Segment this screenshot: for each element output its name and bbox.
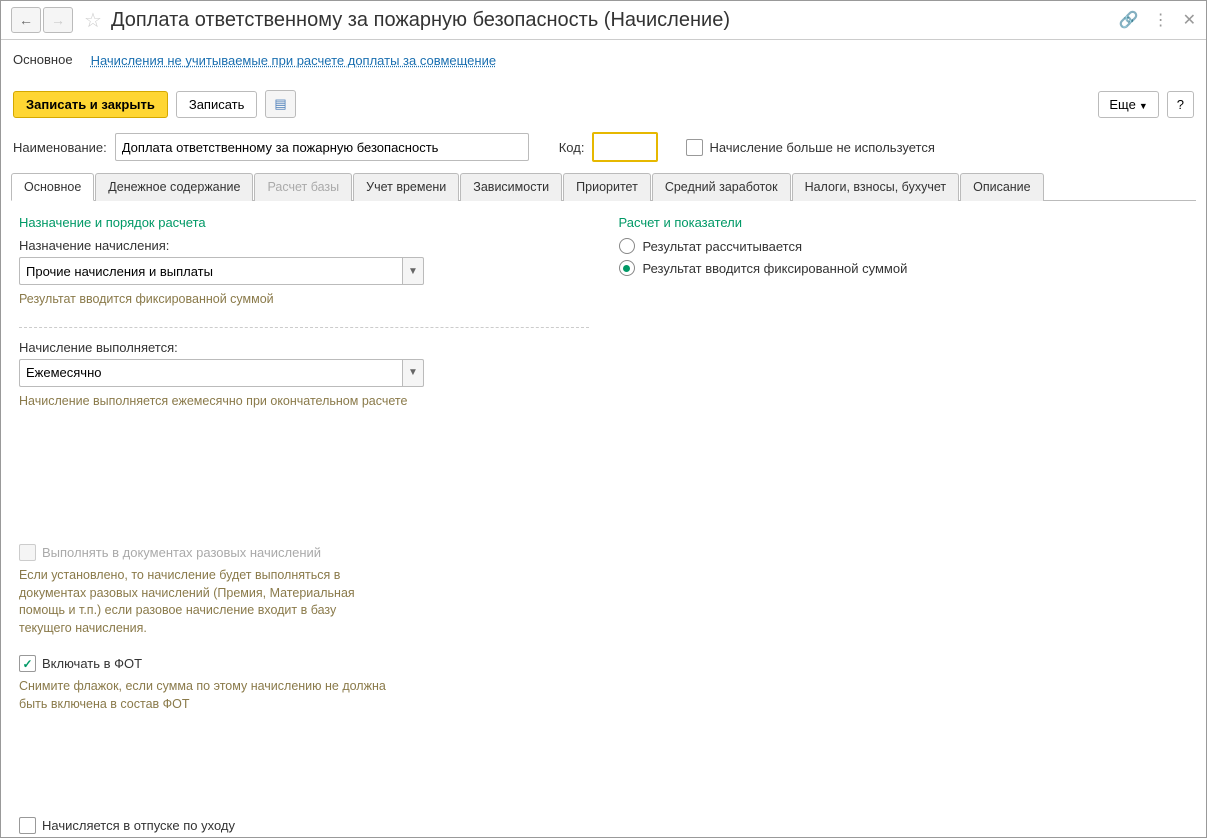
tab-average[interactable]: Средний заработок — [652, 173, 791, 201]
radio-calculated-label: Результат рассчитывается — [643, 239, 803, 254]
link-icon[interactable]: 🔗 — [1119, 10, 1139, 30]
nav-forward-button[interactable]: → — [43, 7, 73, 33]
save-button[interactable]: Записать — [176, 91, 258, 118]
leave-checkbox-row: Начисляется в отпуске по уходу — [19, 817, 589, 834]
leave-checkbox-label: Начисляется в отпуске по уходу — [42, 818, 235, 833]
subnav-link[interactable]: Начисления не учитываемые при расчете до… — [91, 53, 497, 68]
window: ← → ☆ Доплата ответственному за пожарную… — [0, 0, 1207, 838]
title-right-controls: 🔗 ⋮ ✕ — [1119, 10, 1196, 30]
radio-fixed[interactable] — [619, 260, 635, 276]
name-label: Наименование: — [13, 140, 107, 155]
code-label: Код: — [559, 140, 585, 155]
exec-label: Начисление выполняется: — [19, 340, 589, 355]
radio-calculated-row: Результат рассчитывается — [619, 238, 1189, 254]
tab-base[interactable]: Расчет базы — [254, 173, 352, 201]
nav-back-button[interactable]: ← — [11, 7, 41, 33]
not-used-checkbox-row: Начисление больше не используется — [686, 139, 934, 156]
purpose-select: ▼ — [19, 257, 424, 285]
tab-priority[interactable]: Приоритет — [563, 173, 651, 201]
titlebar: ← → ☆ Доплата ответственному за пожарную… — [1, 1, 1206, 40]
fot-checkbox-row: ✓ Включать в ФОТ — [19, 655, 589, 672]
exec-note: Начисление выполняется ежемесячно при ок… — [19, 393, 589, 411]
purpose-select-input[interactable] — [19, 257, 402, 285]
section-purpose-title: Назначение и порядок расчета — [19, 215, 589, 230]
radio-fixed-label: Результат вводится фиксированной суммой — [643, 261, 908, 276]
subnav: Основное Начисления не учитываемые при р… — [1, 40, 1206, 82]
toolbar: Записать и закрыть Записать ▤ Еще ▼ ? — [1, 82, 1206, 126]
help-button[interactable]: ? — [1167, 91, 1194, 118]
left-column: Назначение и порядок расчета Назначение … — [19, 211, 589, 811]
right-column: Расчет и показатели Результат рассчитыва… — [619, 211, 1189, 811]
purpose-note: Результат вводится фиксированной суммой — [19, 291, 589, 309]
onetime-checkbox-row: Выполнять в документах разовых начислени… — [19, 544, 589, 561]
tab-description[interactable]: Описание — [960, 173, 1044, 201]
more-button[interactable]: Еще ▼ — [1098, 91, 1158, 118]
not-used-label: Начисление больше не используется — [709, 140, 934, 155]
not-used-checkbox[interactable] — [686, 139, 703, 156]
onetime-checkbox — [19, 544, 36, 561]
document-icon: ▤ — [274, 96, 286, 111]
tab-deps[interactable]: Зависимости — [460, 173, 562, 201]
exec-select-dropdown[interactable]: ▼ — [402, 359, 424, 387]
tab-time[interactable]: Учет времени — [353, 173, 459, 201]
fot-note: Снимите флажок, если сумма по этому начи… — [19, 678, 389, 713]
exec-select-input[interactable] — [19, 359, 402, 387]
chevron-down-icon: ▼ — [1139, 101, 1148, 111]
favorite-star-icon[interactable]: ☆ — [81, 8, 105, 32]
save-and-close-button[interactable]: Записать и закрыть — [13, 91, 168, 118]
fot-checkbox-label: Включать в ФОТ — [42, 656, 142, 671]
exec-select: ▼ — [19, 359, 424, 387]
purpose-select-dropdown[interactable]: ▼ — [402, 257, 424, 285]
radio-fixed-row: Результат вводится фиксированной суммой — [619, 260, 1189, 276]
leave-checkbox[interactable] — [19, 817, 36, 834]
fot-checkbox[interactable]: ✓ — [19, 655, 36, 672]
tab-taxes[interactable]: Налоги, взносы, бухучет — [792, 173, 960, 201]
tab-main[interactable]: Основное — [11, 173, 94, 201]
code-input[interactable] — [592, 132, 658, 162]
name-row: Наименование: Код: Начисление больше не … — [1, 126, 1206, 168]
report-button[interactable]: ▤ — [265, 90, 295, 118]
name-input[interactable] — [115, 133, 529, 161]
radio-calculated[interactable] — [619, 238, 635, 254]
close-icon[interactable]: ✕ — [1183, 10, 1196, 30]
more-button-label: Еще — [1109, 97, 1135, 112]
onetime-note: Если установлено, то начисление будет вы… — [19, 567, 389, 637]
tab-money[interactable]: Денежное содержание — [95, 173, 253, 201]
tabs: Основное Денежное содержание Расчет базы… — [11, 172, 1196, 201]
window-title: Доплата ответственному за пожарную безоп… — [111, 9, 1119, 32]
purpose-label: Назначение начисления: — [19, 238, 589, 253]
kebab-menu-icon[interactable]: ⋮ — [1153, 10, 1169, 30]
onetime-checkbox-label: Выполнять в документах разовых начислени… — [42, 545, 321, 560]
subnav-main[interactable]: Основное — [13, 48, 73, 73]
divider — [19, 327, 589, 328]
section-calc-title: Расчет и показатели — [619, 215, 1189, 230]
radio-dot-icon — [623, 265, 630, 272]
content: Назначение и порядок расчета Назначение … — [1, 201, 1206, 821]
